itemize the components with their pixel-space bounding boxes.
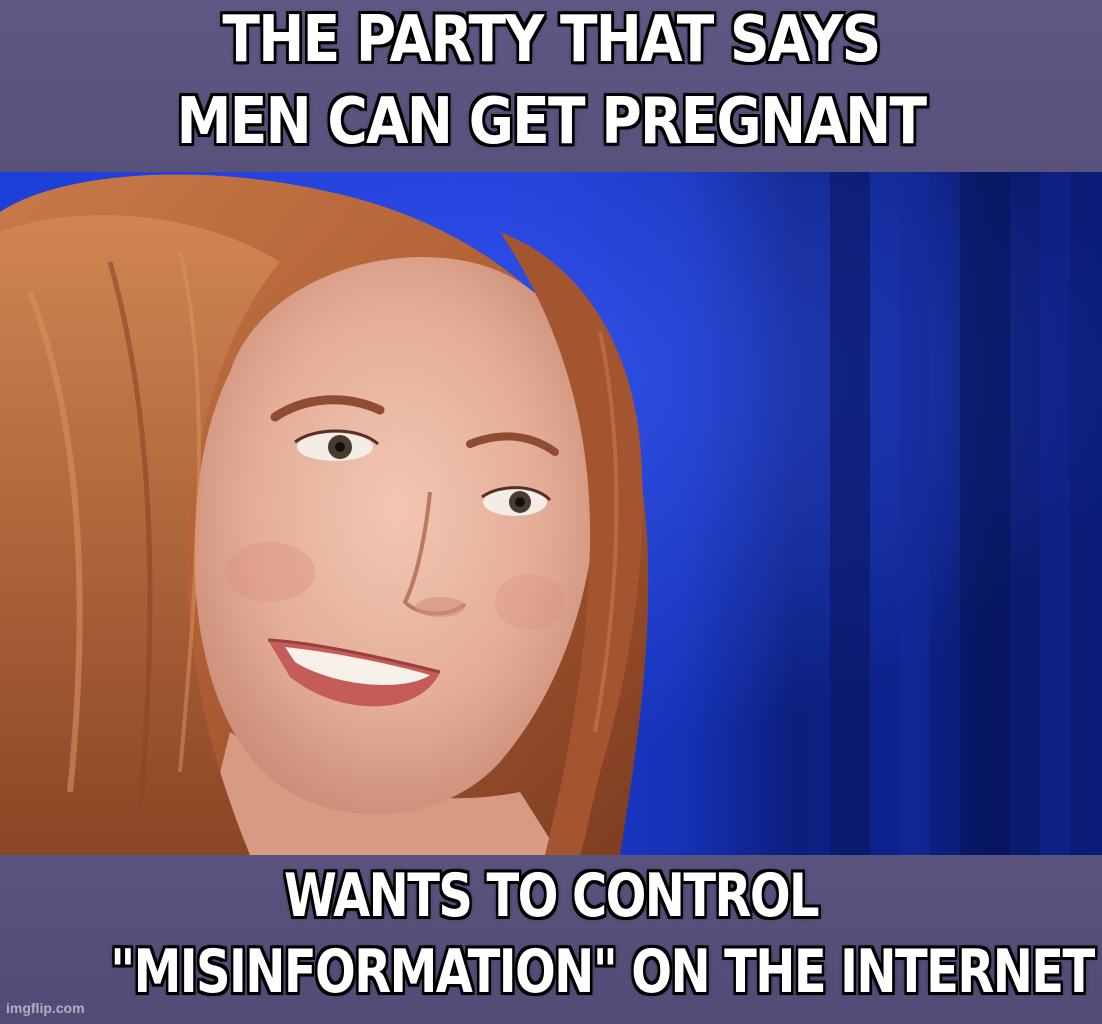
portrait-photo [0, 172, 1102, 855]
bottom-caption-line-2: "MISINFORMATION" ON THE INTERNET [110, 937, 1095, 1007]
top-caption-line-2: MEN CAN GET PREGNANT [176, 85, 927, 159]
meme-image: THE PARTY THAT SAYS MEN CAN GET PREGNANT… [0, 0, 1102, 1024]
top-caption-line-1: THE PARTY THAT SAYS [222, 3, 881, 77]
portrait-illustration [0, 172, 1102, 855]
top-caption: THE PARTY THAT SAYS MEN CAN GET PREGNANT [77, 8, 1025, 172]
bottom-caption-line-1: WANTS TO CONTROL [283, 861, 820, 931]
imgflip-watermark: imgflip.com [6, 1000, 85, 1016]
bottom-caption: WANTS TO CONTROL "MISINFORMATION" ON THE… [110, 861, 1095, 1018]
